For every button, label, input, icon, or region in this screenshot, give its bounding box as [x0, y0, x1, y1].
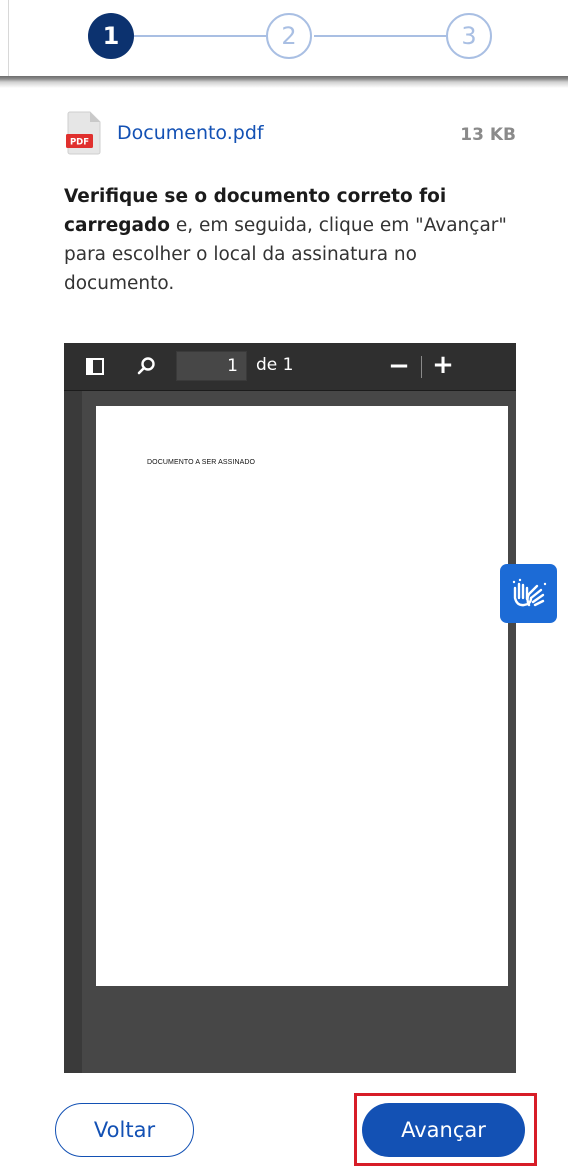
- step-3: 3: [446, 13, 492, 59]
- progress-stepper: 1 2 3: [0, 0, 568, 80]
- zoom-out-button[interactable]: −: [387, 352, 411, 380]
- stepper-connector: [314, 35, 446, 37]
- zoom-in-button[interactable]: +: [431, 351, 455, 379]
- page-number-input[interactable]: 1: [176, 351, 247, 381]
- libras-accessibility-button[interactable]: [500, 564, 557, 623]
- sidebar-toggle-icon[interactable]: [86, 358, 104, 375]
- frame-edge: [8, 0, 9, 80]
- pdf-file-icon: PDF: [66, 111, 101, 155]
- search-icon[interactable]: [137, 356, 157, 376]
- toolbar-separator: [421, 356, 422, 378]
- page-total-label: de 1: [256, 355, 294, 375]
- stepper-connector: [134, 35, 266, 37]
- pdf-viewer[interactable]: 1 de 1 − + DOCUMENTO A SER ASSINADO: [64, 343, 516, 1073]
- header-divider-shadow: [0, 76, 568, 88]
- sign-language-hands-icon: [512, 578, 546, 606]
- pdf-viewer-toolbar: 1 de 1 − +: [64, 343, 516, 391]
- step-2: 2: [266, 13, 312, 59]
- instruction-text: Verifique se o documento correto foi car…: [64, 182, 524, 298]
- pdf-badge-label: PDF: [70, 138, 89, 148]
- pdf-page-text: DOCUMENTO A SER ASSINADO: [147, 459, 256, 466]
- file-size: 13 KB: [460, 125, 516, 145]
- pdf-page: DOCUMENTO A SER ASSINADO: [96, 406, 508, 986]
- step-1-active: 1: [88, 13, 134, 59]
- back-button[interactable]: Voltar: [55, 1103, 194, 1157]
- file-name-link[interactable]: Documento.pdf: [117, 122, 264, 144]
- viewer-side-shade: [64, 391, 82, 1073]
- next-button[interactable]: Avançar: [362, 1103, 525, 1157]
